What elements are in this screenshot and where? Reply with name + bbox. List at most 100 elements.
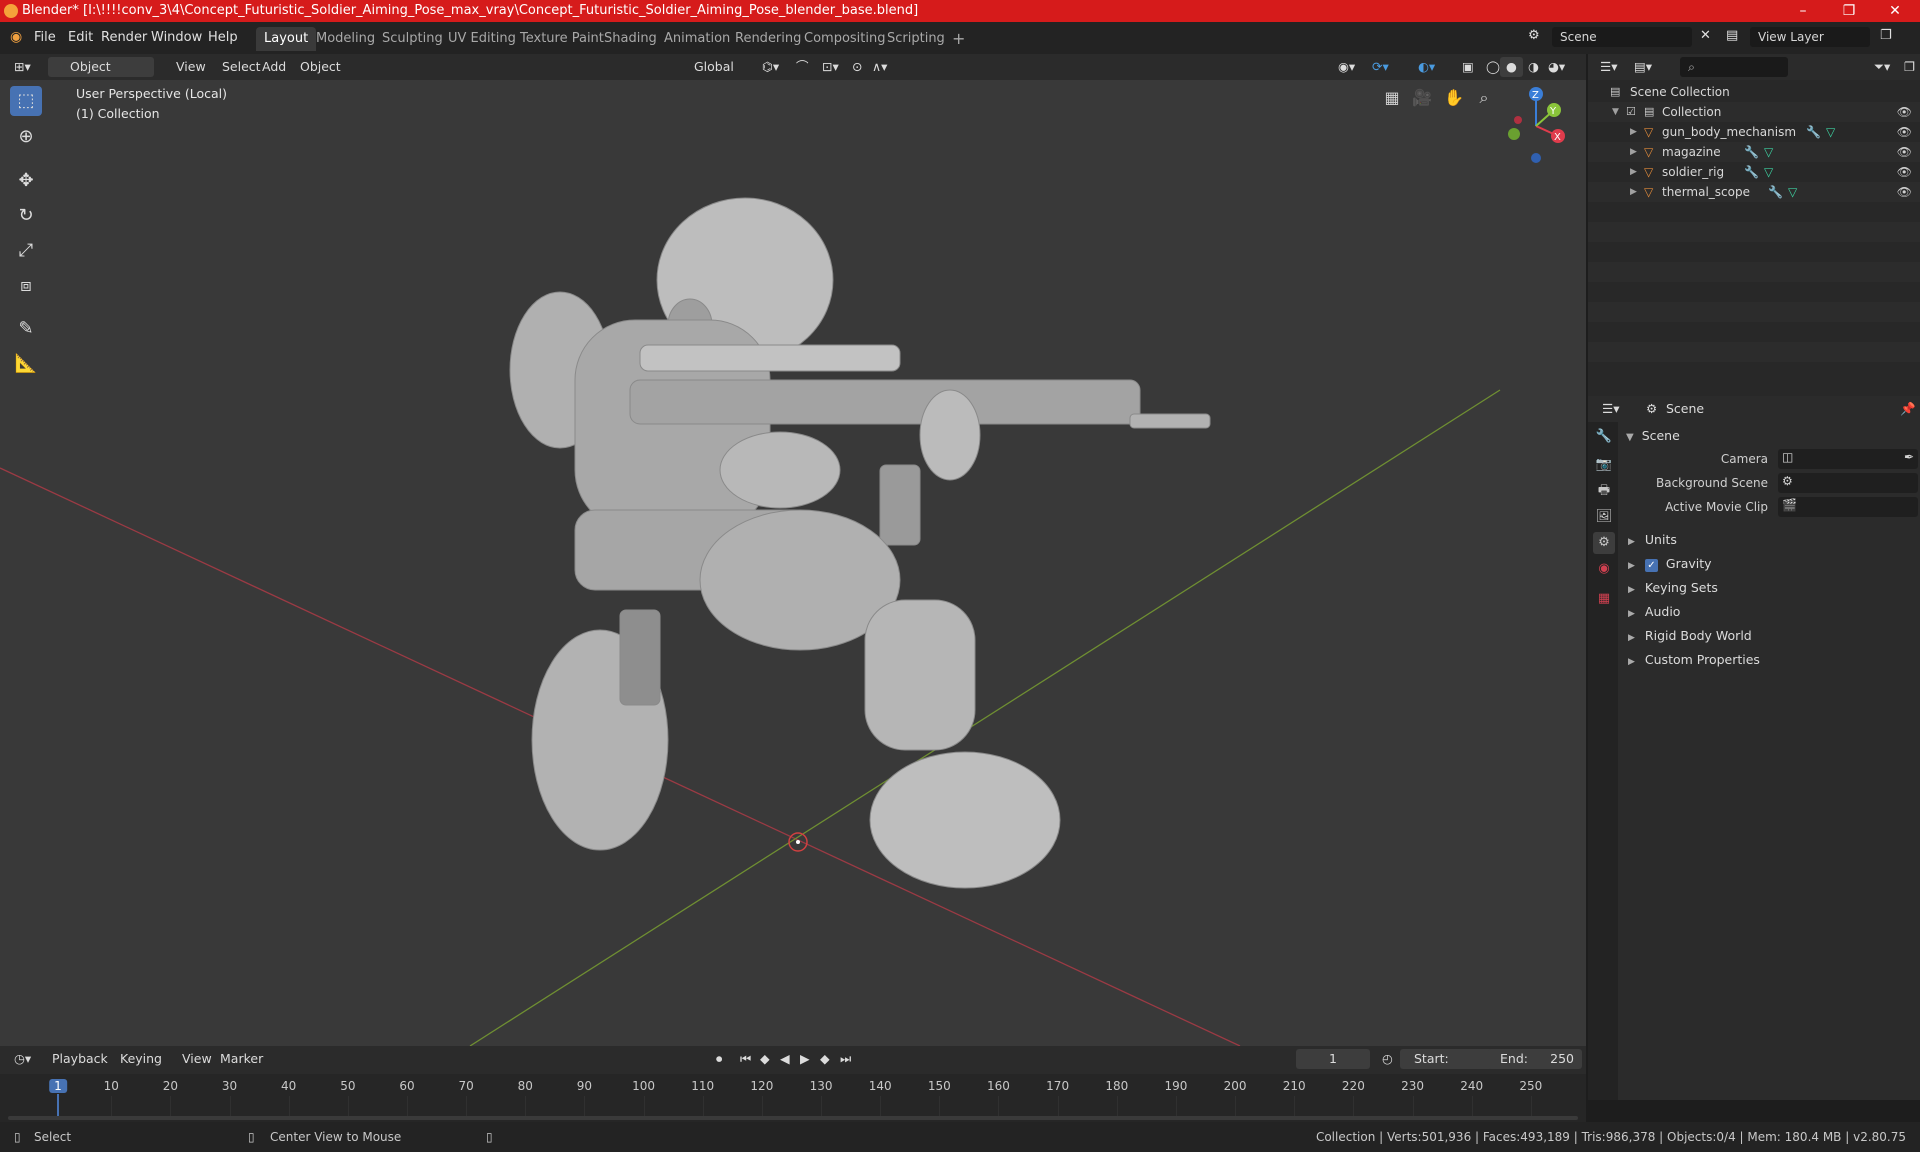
background-scene-field[interactable]: ⚙ [1778,473,1918,493]
outliner-editor-type-icon[interactable]: ☰▾ [1594,57,1623,77]
viewport-menu-add[interactable]: Add [256,57,292,77]
outliner-row-scene-collection[interactable]: ▤ Scene Collection [1588,82,1920,102]
audio-section[interactable]: ▶ Audio [1628,604,1680,619]
display-mode-icon[interactable]: ▤▾ [1628,57,1658,77]
scene-tab-icon[interactable]: ⚙ [1593,532,1615,554]
mesh-data-icon[interactable]: ▽ [1826,122,1835,142]
menu-window[interactable]: Window [151,30,202,45]
solid-shading-icon[interactable]: ● [1500,57,1523,77]
mesh-data-icon[interactable]: ▽ [1764,142,1773,162]
world-tab-icon[interactable]: ◉ [1593,558,1615,580]
add-workspace-button[interactable]: + [944,27,973,51]
record-icon[interactable]: ⏺ [710,1049,728,1069]
menu-file[interactable]: File [34,30,56,45]
eye-icon[interactable]: 👁 [1897,182,1912,202]
frame-ruler[interactable]: 1 10 20 30 40 50 60 70 80 90 100 110 120 130 140 150 160… [0,1074,1586,1122]
menu-render[interactable]: Render [101,30,147,45]
jump-keyframe-forward-icon[interactable]: ◆ [814,1049,836,1069]
units-section[interactable]: ▶ Units [1628,532,1677,547]
keying-menu[interactable]: Keying [114,1049,168,1069]
tool-tab-icon[interactable]: 🔧 [1593,426,1615,448]
rigid-body-world-section[interactable]: ▶ Rigid Body World [1628,628,1752,643]
navigation-gizmo[interactable]: Z X Y [1496,86,1576,166]
custom-properties-section[interactable]: ▶ Custom Properties [1628,652,1760,667]
outliner-row-thermal-scope[interactable]: ▶ ▽ thermal_scope 🔧 ▽ 👁 [1588,182,1920,202]
transform-tool-icon[interactable]: ⧈ [10,271,42,301]
eye-icon[interactable]: 👁 [1897,122,1912,142]
end-frame-field[interactable]: End: 250 [1488,1049,1582,1069]
camera-view-icon[interactable]: 🎥 [1408,84,1436,112]
filter-icon[interactable]: ⏷▾ [1868,57,1896,77]
view-layer-selector[interactable]: View Layer [1750,27,1870,47]
keying-sets-section[interactable]: ▶ Keying Sets [1628,580,1718,595]
gravity-checkbox[interactable]: ✓ [1644,559,1658,572]
measure-tool-icon[interactable]: 📐 [10,349,42,379]
mesh-data-icon[interactable]: ▽ [1788,182,1797,202]
snap-icon[interactable]: ⌒ [790,57,815,77]
playback-menu[interactable]: Playback [46,1049,114,1069]
overlay-icon[interactable]: ◐▾ [1412,57,1441,77]
editor-type-icon[interactable]: ⊞▾ [8,57,37,77]
viewport-menu-object[interactable]: Object [294,57,347,77]
checkbox-icon[interactable]: ☑ [1626,102,1636,122]
outliner-row-collection[interactable]: ▼ ☑ ▤ Collection 👁 [1588,102,1920,122]
minimize-button[interactable]: – [1780,0,1826,22]
rotate-tool-icon[interactable]: ↻ [10,201,42,231]
tab-modeling[interactable]: Modeling [308,27,383,51]
mode-selector[interactable]: Object Mode [48,57,154,94]
pin-icon[interactable]: 📌 [1894,399,1920,419]
move-tool-icon[interactable]: ✥ [10,166,42,196]
maximize-button[interactable]: ❐ [1826,0,1872,22]
visibility-icon[interactable]: ◉▾ [1332,57,1361,77]
scene-selector[interactable]: Scene [1552,27,1692,47]
annotate-tool-icon[interactable]: ✎ [10,314,42,344]
camera-field[interactable]: ◫ ✒ [1778,449,1918,469]
collapse-triangle-icon[interactable]: ▼ [1612,102,1619,122]
cursor-tool-icon[interactable]: ⊕ [10,122,42,152]
xray-icon[interactable]: ▣ [1456,57,1480,77]
expand-triangle-icon[interactable]: ▶ [1630,122,1637,142]
marker-menu[interactable]: Marker [214,1049,269,1069]
timeline-scrollbar[interactable] [8,1116,1578,1120]
pan-view-icon[interactable]: ✋ [1440,84,1468,112]
new-collection-icon[interactable]: ❐ [1898,57,1920,77]
tab-shading[interactable]: Shading [596,27,665,51]
scene-panel-header[interactable]: ▼ Scene [1626,428,1680,443]
outliner-row-magazine[interactable]: ▶ ▽ magazine 🔧 ▽ 👁 [1588,142,1920,162]
modifier-icon[interactable]: 🔧 [1806,122,1821,142]
pivot-point-icon[interactable]: ⌬▾ [756,57,785,77]
zoom-view-icon[interactable]: ⌕ [1470,84,1498,112]
eyedropper-icon[interactable]: ✒ [1904,450,1914,464]
falloff-icon[interactable]: ∧▾ [866,57,893,77]
active-movie-clip-field[interactable]: 🎬 [1778,497,1918,517]
outliner-row-soldier-rig[interactable]: ▶ ▽ soldier_rig 🔧 ▽ 👁 [1588,162,1920,182]
timeline[interactable]: 1 10 20 30 40 50 60 70 80 90 100 110 120 130 140 150 160… [0,1074,1586,1122]
texture-tab-icon[interactable]: ▦ [1593,588,1615,610]
mesh-data-icon[interactable]: ▽ [1764,162,1773,182]
menu-help[interactable]: Help [208,30,238,45]
toggle-grid-icon[interactable]: ▦ [1378,84,1406,112]
jump-keyframe-back-icon[interactable]: ◆ [754,1049,776,1069]
preview-range-icon[interactable]: ◴ [1376,1049,1399,1069]
jump-end-icon[interactable]: ⏭ [834,1049,857,1069]
eye-icon[interactable]: 👁 [1897,102,1912,122]
timeline-editor-type-icon[interactable]: ◷▾ [8,1049,37,1069]
expand-triangle-icon[interactable]: ▶ [1630,182,1637,202]
close-button[interactable]: ✕ [1872,0,1918,22]
expand-triangle-icon[interactable]: ▶ [1630,142,1637,162]
play-icon[interactable]: ▶ [794,1049,816,1069]
tab-scripting[interactable]: Scripting [879,27,953,51]
timeline-view-menu[interactable]: View [176,1049,218,1069]
scale-tool-icon[interactable]: ⤢ [10,236,42,266]
output-tab-icon[interactable]: 🖶 [1593,480,1615,502]
snap-target-icon[interactable]: ⊡▾ [816,57,845,77]
modifier-icon[interactable]: 🔧 [1768,182,1783,202]
play-reverse-icon[interactable]: ◀ [774,1049,796,1069]
view-layer-tab-icon[interactable]: 🖼 [1593,506,1615,528]
modifier-icon[interactable]: 🔧 [1744,142,1759,162]
menu-edit[interactable]: Edit [68,30,93,45]
render-tab-icon[interactable]: 📷 [1593,454,1615,476]
expand-triangle-icon[interactable]: ▶ [1630,162,1637,182]
eye-icon[interactable]: 👁 [1897,142,1912,162]
new-view-layer-icon[interactable]: ❐ [1880,28,1892,43]
